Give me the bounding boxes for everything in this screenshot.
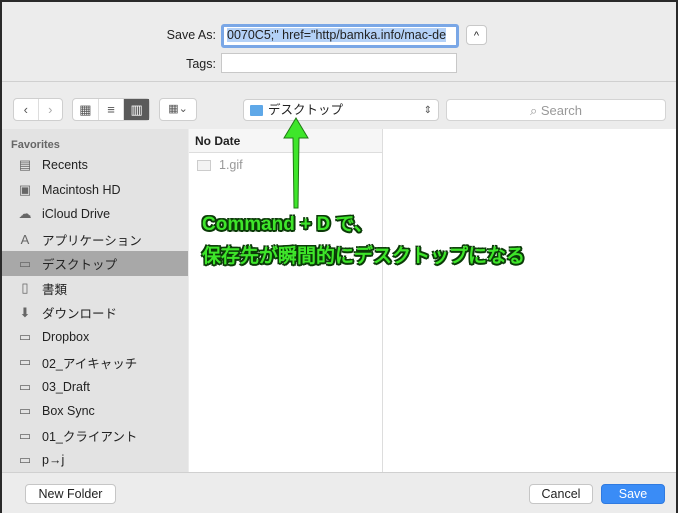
sidebar-item[interactable]: ▭ Dropbox [2,325,188,350]
sidebar-item-label: ダウンロード [42,307,118,322]
bottom-bar: New Folder Cancel Save [2,472,676,513]
view-buttons: ▦ ≡ ▥ [72,98,150,121]
location-label: デスクトップ [268,103,344,117]
nav-buttons: ‹ › [13,98,63,121]
documents-icon: ▯ [21,280,29,296]
save-as-input[interactable]: 0070C5;" href="http/bamka.info/mac-de [221,24,459,48]
sidebar-item[interactable]: ☁ iCloud Drive [2,202,188,227]
sidebar-item-label: デスクトップ [42,258,118,273]
sidebar-item-label: Dropbox [42,330,90,345]
tags-input[interactable] [221,53,457,73]
folder-icon: ▭ [18,354,32,370]
folder-icon: ▭ [18,329,32,345]
arrange-icon: ▦⌄ [168,103,188,115]
sidebar-item[interactable]: ▭ Box Sync [2,399,188,424]
back-button[interactable]: ‹ [14,99,39,120]
location-popup[interactable]: デスクトップ ⇕ [243,99,439,121]
folder-icon: ▭ [18,378,32,394]
save-as-value: 0070C5;" href="http/bamka.info/mac-de [227,28,447,42]
applications-icon: A [20,231,30,247]
arrange-button[interactable]: ▦⌄ [159,98,197,121]
sidebar-item[interactable]: ▣ Macintosh HD [2,178,188,203]
recents-icon: ▤ [18,157,32,173]
column-view-button[interactable]: ▥ [124,99,150,120]
sidebar-item[interactable]: ▭ 01_クライアント [2,424,188,449]
sidebar-item[interactable]: ▭ 02_アイキャッチ [2,350,188,375]
file-browser: No Date 1.gif [189,129,676,472]
folder-icon: ▭ [18,452,32,468]
save-dialog: Save As: 0070C5;" href="http/bamka.info/… [2,2,676,513]
cloud-icon: ☁ [18,206,32,222]
updown-chevron-icon: ⇕ [423,104,432,116]
sidebar-heading: Favorites [11,139,60,151]
new-folder-button[interactable]: New Folder [25,484,116,504]
file-name: 1.gif [219,158,243,172]
sidebar: Favorites ▤ Recents ▣ Macintosh HD ☁ iCloud D… [2,129,188,472]
sidebar-item-label: Recents [42,158,88,173]
sidebar-item[interactable]: ⬇ ダウンロード [2,301,188,326]
sidebar-item[interactable]: ▭ p→j [2,448,188,473]
sidebar-item-label: Box Sync [42,404,95,419]
tags-label: Tags: [186,57,216,71]
sidebar-item[interactable]: ▤ Recents [2,153,188,178]
sidebar-item[interactable]: ▭ 03_Draft [2,374,188,399]
sidebar-item[interactable]: A アプリケーション [2,227,188,252]
folder-icon: ▭ [18,403,32,419]
collapse-button[interactable]: ^ [466,25,487,45]
save-button[interactable]: Save [601,484,665,504]
annotation: Command + D で、 保存先が瞬間的にデスクトップになる [202,209,525,273]
folder-icon [250,104,263,116]
sidebar-item-label: 03_Draft [42,379,90,394]
cancel-button[interactable]: Cancel [529,484,593,504]
sidebar-item-label: 書類 [42,282,68,297]
sidebar-item-label: Macintosh HD [42,182,121,197]
folder-icon: ▭ [18,427,32,443]
sidebar-item-label: p→j [42,453,65,468]
sidebar-item-label: 01_クライアント [42,430,138,445]
search-input[interactable]: ⌕ Search [446,99,666,121]
sidebar-item-label: アプリケーション [42,233,142,248]
hard-drive-icon: ▣ [18,181,32,197]
downloads-icon: ⬇ [19,304,31,320]
annotation-line-1: Command + D で、 [202,214,373,235]
annotation-line-2: 保存先が瞬間的にデスクトップになる [202,246,526,267]
list-view-button[interactable]: ≡ [99,99,125,120]
sidebar-item-label: 02_アイキャッチ [42,356,138,371]
image-file-icon [197,159,211,171]
forward-button[interactable]: › [39,99,63,120]
save-as-label: Save As: [166,28,216,42]
divider [2,81,676,82]
desktop-icon: ▭ [18,255,32,271]
search-placeholder: Search [540,103,583,118]
annotation-arrow [283,117,309,209]
search-icon: ⌕ [529,103,541,118]
sidebar-item[interactable]: ▭ デスクトップ [2,251,188,276]
icon-view-button[interactable]: ▦ [73,99,99,120]
sidebar-item-label: iCloud Drive [42,207,111,222]
sidebar-item[interactable]: ▯ 書類 [2,276,188,301]
